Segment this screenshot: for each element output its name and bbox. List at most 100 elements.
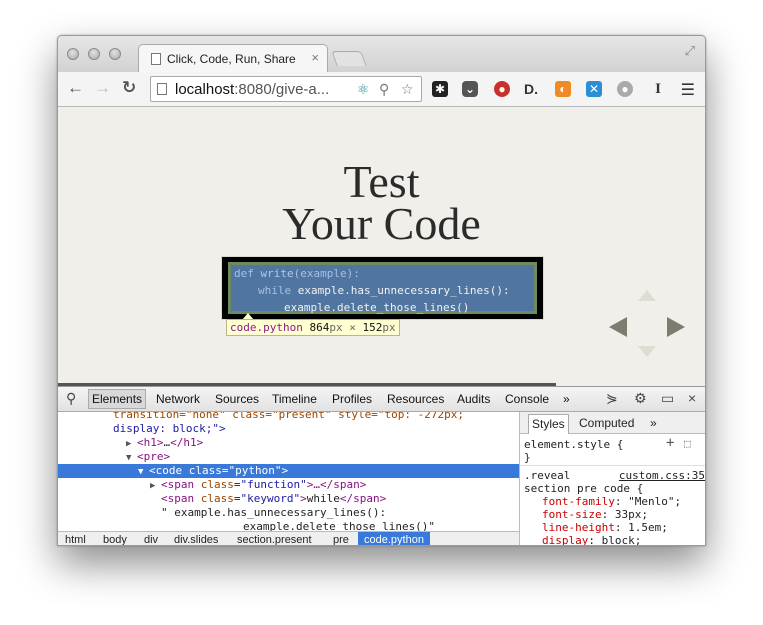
code-line-3: example.delete_those_lines() xyxy=(284,301,470,314)
tab-console[interactable]: Console xyxy=(505,392,549,406)
browser-tab[interactable]: Click, Code, Run, Share × xyxy=(138,44,328,73)
extension-x-icon[interactable]: ✕ xyxy=(586,81,602,97)
zoom-window-button[interactable] xyxy=(109,48,121,60)
css-property[interactable]: font-size: 33px; xyxy=(542,508,648,521)
code-padding-highlight: def write(example): while example.has_un… xyxy=(228,262,537,314)
element-style-close: } xyxy=(524,451,531,464)
new-tab-button[interactable] xyxy=(331,51,367,66)
dom-tag: <code xyxy=(149,464,183,477)
zoom-icon[interactable]: ⚲ xyxy=(379,81,389,98)
tab-network[interactable]: Network xyxy=(156,392,200,406)
css-property[interactable]: display: block; xyxy=(542,534,641,546)
styles-tabs: Styles Computed » xyxy=(520,412,705,434)
styles-pane: Styles Computed » element.style { + ⬚ } … xyxy=(519,412,705,546)
add-rule-icon[interactable]: + xyxy=(666,436,674,450)
menu-icon[interactable]: ☰ xyxy=(681,80,695,100)
dom-line[interactable]: display: block;"> xyxy=(58,422,519,436)
tooltip-height: 152 xyxy=(362,321,383,334)
extension-asterisk-icon[interactable]: ✱ xyxy=(432,81,448,97)
expanded-triangle-icon[interactable]: ▼ xyxy=(138,465,149,479)
breadcrumb-div[interactable]: div xyxy=(144,534,158,545)
extension-icon[interactable]: ⚛ xyxy=(357,81,370,98)
tab-profiles[interactable]: Profiles xyxy=(332,392,372,406)
forward-button[interactable]: → xyxy=(94,78,111,98)
tab-sources[interactable]: Sources xyxy=(215,392,259,406)
dom-line-pre[interactable]: ▼ <pre> xyxy=(58,450,519,464)
devtools-panel: ⚲ Elements Network Sources Timeline Prof… xyxy=(58,386,705,546)
tab-computed[interactable]: Computed xyxy=(579,416,634,430)
dom-line-span-function[interactable]: ▶ <span class="function">…</span> xyxy=(58,478,519,492)
minimize-window-button[interactable] xyxy=(88,48,100,60)
dom-tag: <span xyxy=(161,478,195,491)
adblock-icon[interactable]: ● xyxy=(494,81,510,97)
code-function: write xyxy=(260,267,294,280)
divider xyxy=(520,465,705,466)
css-property[interactable]: line-height: 1.5em; xyxy=(542,521,668,534)
tab-audits[interactable]: Audits xyxy=(457,392,490,406)
css-property-name: display xyxy=(542,534,589,546)
back-button[interactable]: ← xyxy=(67,78,84,98)
css-property-name: font-family xyxy=(542,495,615,508)
url-host: localhost xyxy=(175,81,235,98)
nav-down-arrow[interactable] xyxy=(638,346,656,357)
dom-tag: <span xyxy=(161,492,195,505)
extension-i-icon[interactable]: I xyxy=(650,81,666,97)
extension-bubble-icon[interactable]: ● xyxy=(617,81,633,97)
fullscreen-icon[interactable]: ⤢ xyxy=(685,43,695,59)
bookmark-star-icon[interactable]: ☆ xyxy=(401,81,414,98)
dom-line-code-selected[interactable]: ▼ <code class="python"> xyxy=(58,464,519,478)
dom-line-span-keyword[interactable]: <span class="keyword">while</span> xyxy=(58,492,519,506)
reload-button[interactable]: ↻ xyxy=(122,78,136,98)
page-icon xyxy=(157,83,167,95)
settings-gear-icon[interactable]: ⚙ xyxy=(634,390,647,407)
url-path: :8080/give-a... xyxy=(234,81,330,98)
pocket-icon[interactable]: ⌄ xyxy=(462,81,478,97)
tooltip-unit: px xyxy=(382,321,396,334)
tab-resources[interactable]: Resources xyxy=(387,392,444,406)
console-drawer-icon[interactable]: ⋟ xyxy=(606,390,618,407)
breadcrumb-section-present[interactable]: section.present xyxy=(237,534,312,545)
nav-left-arrow[interactable] xyxy=(609,317,627,337)
collapsed-triangle-icon[interactable]: ▶ xyxy=(150,479,161,493)
url-text: localhost:8080/give-a... xyxy=(175,81,329,98)
element-state-icon[interactable]: ⬚ xyxy=(684,437,691,450)
search-icon[interactable]: ⚲ xyxy=(66,390,76,407)
css-property[interactable]: font-family: "Menlo"; xyxy=(542,495,681,508)
address-bar[interactable]: localhost:8080/give-a... ⚛ ⚲ ☆ xyxy=(150,76,422,102)
dock-icon[interactable]: ▭ xyxy=(661,390,674,407)
expanded-triangle-icon[interactable]: ▼ xyxy=(126,451,137,465)
breadcrumb-html[interactable]: html xyxy=(65,534,86,545)
tab-styles[interactable]: Styles xyxy=(528,414,569,434)
page-viewport: Test Your Code def write(example): while… xyxy=(58,107,705,386)
nav-right-arrow[interactable] xyxy=(667,317,685,337)
dom-tag: </span> xyxy=(339,492,387,505)
extension-gecko-icon[interactable]: ◐ xyxy=(555,81,571,97)
tab-timeline[interactable]: Timeline xyxy=(272,392,317,406)
breadcrumb-code-python[interactable]: code.python xyxy=(358,532,430,545)
dom-tree[interactable]: transition="none" class="present" style=… xyxy=(58,412,519,531)
nav-up-arrow[interactable] xyxy=(638,290,656,301)
code-block[interactable]: def write(example): while example.has_un… xyxy=(221,256,544,320)
more-tabs-icon[interactable]: » xyxy=(650,416,657,430)
tab-elements[interactable]: Elements xyxy=(88,389,147,409)
dom-line-text[interactable]: example.delete_those_lines()" xyxy=(58,520,519,531)
close-window-button[interactable] xyxy=(67,48,79,60)
rule-selector: section pre code { xyxy=(524,482,644,495)
css-property-name: font-size xyxy=(542,508,602,521)
dom-line-text[interactable]: " example.has_unnecessary_lines(): xyxy=(58,506,519,520)
more-tabs-icon[interactable]: » xyxy=(563,392,570,406)
breadcrumb-div-slides[interactable]: div.slides xyxy=(174,534,218,545)
breadcrumb-body[interactable]: body xyxy=(103,534,127,545)
dom-line-h1[interactable]: ▶ <h1>…</h1> xyxy=(58,436,519,450)
tab-strip: Click, Code, Run, Share × ⤢ xyxy=(58,36,705,73)
collapsed-triangle-icon[interactable]: ▶ xyxy=(126,437,137,451)
dom-line[interactable]: transition="none" class="present" style=… xyxy=(58,412,519,422)
code-line-2: while example.has_unnecessary_lines(): xyxy=(258,284,510,297)
breadcrumb-pre[interactable]: pre xyxy=(333,534,349,545)
close-devtools-icon[interactable]: × xyxy=(688,390,696,406)
code-keyword: def xyxy=(234,267,254,280)
source-link[interactable]: custom.css:35 xyxy=(619,469,705,482)
code-keyword: while xyxy=(258,284,292,297)
tab-close-icon[interactable]: × xyxy=(311,50,319,65)
extension-d-icon[interactable]: D. xyxy=(523,81,539,97)
